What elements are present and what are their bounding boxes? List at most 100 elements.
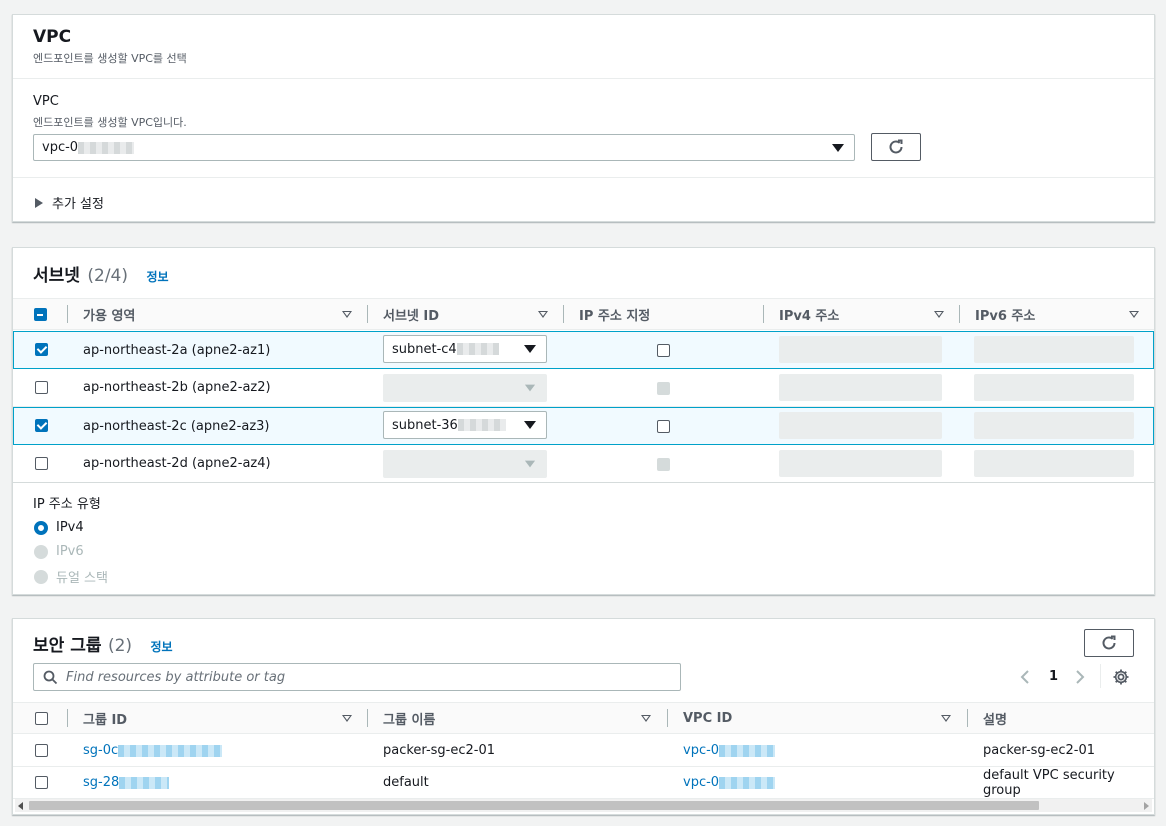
radio-label: IPv4: [56, 520, 84, 535]
horizontal-scrollbar[interactable]: [15, 799, 1152, 812]
column-header-vpc-id[interactable]: VPC ID: [683, 703, 732, 733]
sort-icon[interactable]: [941, 715, 951, 722]
scroll-right-icon[interactable]: [1144, 802, 1149, 810]
search-icon: [43, 670, 58, 685]
caret-down-icon: [524, 460, 536, 468]
next-page-button[interactable]: [1074, 669, 1086, 689]
column-separator: [967, 709, 968, 727]
row-checkbox[interactable]: [35, 744, 48, 757]
table-row[interactable]: ap-northeast-2b (apne2-az2): [13, 369, 1154, 407]
subnet-info-link[interactable]: 정보: [146, 270, 168, 284]
radio-button: [34, 569, 48, 584]
ip-assign-checkbox[interactable]: [657, 420, 670, 433]
ipv6-address-input: [974, 450, 1134, 477]
refresh-vpc-button[interactable]: [871, 133, 921, 161]
ipv4-address-input: [779, 412, 942, 439]
ip-type-label: IP 주소 유형: [33, 497, 101, 512]
radio-ipv4[interactable]: IPv4: [34, 520, 84, 535]
column-header-ipv4[interactable]: IPv4 주소: [779, 299, 839, 329]
security-group-panel: 보안 그룹 (2) 정보 Find resources by attribute…: [12, 618, 1155, 815]
column-separator: [763, 305, 764, 323]
column-header-group-name[interactable]: 그룹 이름: [383, 703, 435, 733]
group-id-link[interactable]: sg-0c: [83, 735, 223, 766]
select-all-checkbox[interactable]: [34, 308, 47, 321]
column-separator: [667, 709, 668, 727]
subnet-panel-title: 서브넷: [33, 266, 80, 286]
sort-icon[interactable]: [538, 311, 548, 318]
column-header-ip-assign[interactable]: IP 주소 지정: [579, 299, 650, 329]
vpc-panel-title: VPC: [33, 27, 72, 47]
subnet-select[interactable]: subnet-c4: [383, 335, 547, 363]
caret-down-icon: [524, 421, 536, 429]
ipv4-address-input: [779, 450, 942, 477]
refresh-sg-button[interactable]: [1084, 629, 1134, 657]
sort-icon[interactable]: [342, 311, 352, 318]
column-header-ipv6[interactable]: IPv6 주소: [975, 299, 1035, 329]
subnet-select: [383, 450, 547, 478]
redacted-value: [719, 744, 776, 757]
group-id-link[interactable]: sg-28: [83, 767, 170, 798]
sg-count: (2): [107, 636, 133, 656]
radio-dualstack: 듀얼 스택: [34, 567, 108, 586]
table-row[interactable]: ap-northeast-2d (apne2-az4): [13, 445, 1154, 483]
table-row[interactable]: sg-0c packer-sg-ec2-01 vpc-0 packer-sg-e…: [13, 735, 1154, 767]
radio-button: [34, 544, 48, 559]
additional-settings-toggle[interactable]: 추가 설정: [35, 193, 104, 212]
row-checkbox[interactable]: [35, 419, 48, 432]
preferences-button[interactable]: [1112, 668, 1130, 690]
caret-down-icon: [524, 384, 536, 392]
divider: [1100, 664, 1101, 688]
ipv6-address-input: [974, 336, 1134, 363]
table-row[interactable]: ap-northeast-2a (apne2-az1) subnet-c4: [13, 331, 1154, 369]
search-input[interactable]: Find resources by attribute or tag: [33, 663, 681, 691]
sg-panel-header: 보안 그룹 (2) 정보: [33, 631, 173, 656]
sort-icon[interactable]: [1129, 311, 1139, 318]
radio-button[interactable]: [34, 520, 48, 535]
caret-right-icon: [35, 197, 43, 208]
sort-icon[interactable]: [342, 715, 352, 722]
column-header-az[interactable]: 가용 영역: [83, 299, 135, 329]
prev-page-button[interactable]: [1019, 669, 1031, 689]
sg-panel-title: 보안 그룹: [33, 636, 102, 656]
az-cell: ap-northeast-2c (apne2-az3): [83, 418, 270, 434]
page-number[interactable]: 1: [1049, 669, 1058, 684]
group-id-text: sg-28: [83, 775, 120, 790]
scroll-left-icon[interactable]: [18, 802, 23, 810]
table-row[interactable]: sg-28 default vpc-0 default VPC security…: [13, 767, 1154, 799]
az-cell: ap-northeast-2a (apne2-az1): [83, 342, 271, 358]
vpc-panel-description: 엔드포인트를 생성할 VPC를 선택: [33, 52, 187, 65]
vpc-select[interactable]: vpc-0: [33, 134, 855, 161]
refresh-icon: [889, 139, 903, 154]
scrollbar-thumb[interactable]: [29, 801, 1039, 810]
redacted-value: [456, 343, 499, 355]
sort-icon[interactable]: [641, 715, 651, 722]
vpc-id-link[interactable]: vpc-0: [683, 767, 776, 798]
column-separator: [367, 709, 368, 727]
column-header-subnet-id[interactable]: 서브넷 ID: [383, 299, 439, 329]
column-header-description[interactable]: 설명: [983, 703, 1007, 733]
column-separator: [959, 305, 960, 323]
vpc-id-link[interactable]: vpc-0: [683, 735, 776, 766]
subnet-select-value: subnet-c4: [392, 341, 457, 357]
redacted-value: [78, 141, 135, 154]
gear-icon: [1113, 669, 1129, 685]
redacted-value: [119, 776, 170, 789]
select-all-checkbox[interactable]: [35, 712, 48, 725]
az-cell: ap-northeast-2d (apne2-az4): [83, 456, 271, 471]
row-checkbox[interactable]: [35, 776, 48, 789]
sg-info-link[interactable]: 정보: [150, 640, 172, 654]
refresh-icon: [1102, 635, 1116, 650]
vpc-panel: VPC 엔드포인트를 생성할 VPC를 선택 VPC 엔드포인트를 생성할 VP…: [12, 14, 1155, 222]
divider: [13, 177, 1154, 178]
sort-icon[interactable]: [934, 311, 944, 318]
subnet-select[interactable]: subnet-36: [383, 411, 547, 439]
table-row[interactable]: ap-northeast-2c (apne2-az3) subnet-36: [13, 407, 1154, 445]
row-checkbox[interactable]: [35, 381, 48, 394]
subnet-panel: 서브넷 (2/4) 정보 가용 영역 서브넷 ID IP 주소 지정 IPv4 …: [12, 247, 1155, 595]
row-checkbox[interactable]: [35, 457, 48, 470]
group-id-text: sg-0c: [83, 743, 119, 758]
ip-assign-checkbox[interactable]: [657, 344, 670, 357]
column-header-group-id[interactable]: 그룹 ID: [83, 703, 127, 733]
ipv4-address-input: [779, 336, 942, 363]
row-checkbox[interactable]: [35, 343, 48, 356]
